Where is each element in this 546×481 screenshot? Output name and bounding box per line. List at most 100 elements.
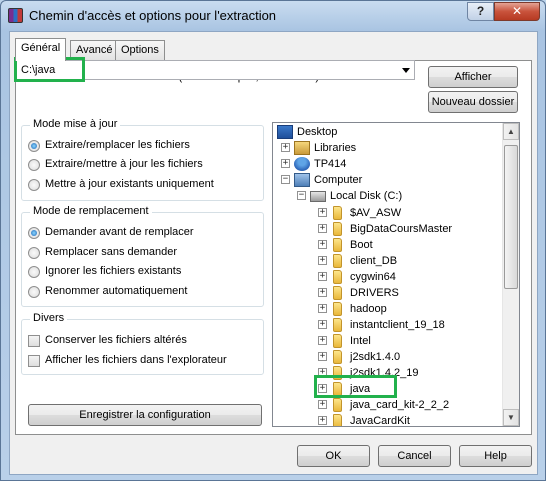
folder-icon [333, 398, 342, 412]
misc-group: Divers Conserver les fichiers altérés Af… [21, 312, 264, 375]
radio-button[interactable] [28, 266, 40, 278]
radio-label: Ignorer les fichiers existants [45, 265, 182, 277]
destination-path-value[interactable]: C:\java [21, 64, 55, 76]
overwrite-mode-group: Mode de remplacement Demander avant de r… [21, 205, 264, 307]
expand-icon[interactable]: + [318, 288, 327, 297]
radio-button[interactable] [28, 179, 40, 191]
radio-label: Remplacer sans demander [45, 246, 178, 258]
computer-icon [294, 173, 310, 187]
ok-button[interactable]: OK [297, 445, 370, 467]
radio-button[interactable] [28, 286, 40, 298]
radio-button[interactable] [28, 159, 40, 171]
scroll-down-icon[interactable]: ▼ [503, 409, 519, 426]
expand-icon[interactable]: + [318, 336, 327, 345]
collapse-icon[interactable]: − [297, 191, 306, 200]
folder-icon [333, 286, 342, 300]
folder-icon [333, 238, 342, 252]
tab-advanced[interactable]: Avancé [70, 40, 119, 60]
update-mode-title: Mode mise à jour [30, 118, 121, 130]
tree-scrollbar[interactable]: ▲ ▼ [502, 123, 519, 426]
window-title: Chemin d'accès et options pour l'extract… [29, 8, 277, 23]
cancel-button[interactable]: Cancel [378, 445, 451, 467]
collapse-icon[interactable]: − [281, 175, 290, 184]
tree-label[interactable]: instantclient_19_18 [350, 319, 445, 331]
radio-button-checked[interactable] [28, 227, 40, 239]
new-folder-button[interactable]: Nouveau dossier [428, 91, 518, 113]
desktop-icon [277, 125, 293, 139]
tree-label[interactable]: Desktop [297, 126, 337, 138]
help-title-button[interactable]: ? [467, 2, 494, 21]
misc-title: Divers [30, 312, 68, 324]
tree-label[interactable]: j2sdk1.4.0 [350, 351, 400, 363]
chevron-down-icon[interactable] [402, 68, 410, 73]
expand-icon[interactable]: + [318, 256, 327, 265]
expand-icon[interactable]: + [318, 416, 327, 425]
tree-label[interactable]: Boot [350, 239, 373, 251]
tree-label[interactable]: client_DB [350, 255, 397, 267]
radio-label: Renommer automatiquement [45, 285, 188, 297]
radio-label: Mettre à jour existants uniquement [45, 178, 214, 190]
tree-label[interactable]: cygwin64 [350, 271, 396, 283]
libraries-icon [294, 141, 310, 155]
save-settings-button[interactable]: Enregistrer la configuration [28, 404, 262, 426]
tab-general[interactable]: Général [15, 38, 67, 61]
close-button[interactable]: ✕ [494, 2, 540, 21]
tree-label[interactable]: j2sdk1.4.2_19 [350, 367, 419, 379]
disk-icon [310, 191, 326, 202]
help-button[interactable]: Help [459, 445, 532, 467]
expand-icon[interactable]: + [318, 224, 327, 233]
scroll-up-icon[interactable]: ▲ [503, 123, 519, 140]
tree-label[interactable]: Intel [350, 335, 371, 347]
tree-label[interactable]: java [350, 383, 370, 395]
folder-icon [333, 206, 342, 220]
tree-label[interactable]: JavaCardKit [350, 415, 410, 426]
title-bar[interactable]: Chemin d'accès et options pour l'extract… [1, 1, 545, 31]
scroll-thumb[interactable] [504, 145, 518, 289]
checkbox-label: Afficher les fichiers dans l'explorateur [45, 354, 227, 366]
folder-icon [333, 414, 342, 426]
expand-icon[interactable]: + [281, 143, 290, 152]
radio-label: Extraire/mettre à jour les fichiers [45, 158, 203, 170]
radio-button-checked[interactable] [28, 140, 40, 152]
tree-label[interactable]: Local Disk (C:) [330, 190, 402, 202]
folder-icon [333, 366, 342, 380]
folder-icon [333, 382, 342, 396]
checkbox[interactable] [28, 355, 40, 367]
winrar-icon [8, 8, 23, 23]
folder-icon [333, 254, 342, 268]
folder-icon [333, 318, 342, 332]
destination-path-combobox[interactable]: C:\java [15, 60, 415, 80]
expand-icon[interactable]: + [318, 304, 327, 313]
tree-label[interactable]: Computer [314, 174, 362, 186]
tree-label[interactable]: $AV_ASW [350, 207, 401, 219]
checkbox-label: Conserver les fichiers altérés [45, 334, 187, 346]
expand-icon[interactable]: + [318, 352, 327, 361]
tree-label[interactable]: Libraries [314, 142, 356, 154]
expand-icon[interactable]: + [318, 368, 327, 377]
expand-icon[interactable]: + [318, 208, 327, 217]
folder-icon [333, 302, 342, 316]
expand-icon[interactable]: + [318, 384, 327, 393]
folder-icon [333, 334, 342, 348]
radio-label: Extraire/remplacer les fichiers [45, 139, 190, 151]
folder-icon [333, 270, 342, 284]
tree-label[interactable]: DRIVERS [350, 287, 399, 299]
expand-icon[interactable]: + [318, 400, 327, 409]
extraction-dialog: Chemin d'accès et options pour l'extract… [0, 0, 546, 481]
folder-icon [333, 350, 342, 364]
expand-icon[interactable]: + [318, 240, 327, 249]
tree-label[interactable]: TP414 [314, 158, 346, 170]
checkbox[interactable] [28, 335, 40, 347]
folder-tree[interactable]: Desktop + Libraries + TP414 − Computer −… [272, 122, 520, 427]
update-mode-group: Mode mise à jour Extraire/remplacer les … [21, 118, 264, 201]
tree-label[interactable]: java_card_kit-2_2_2 [350, 399, 449, 411]
tree-label[interactable]: BigDataCoursMaster [350, 223, 452, 235]
radio-button[interactable] [28, 247, 40, 259]
tab-options[interactable]: Options [115, 40, 165, 60]
expand-icon[interactable]: + [281, 159, 290, 168]
expand-icon[interactable]: + [318, 320, 327, 329]
radio-label: Demander avant de remplacer [45, 226, 194, 238]
show-button[interactable]: Afficher [428, 66, 518, 88]
expand-icon[interactable]: + [318, 272, 327, 281]
tree-label[interactable]: hadoop [350, 303, 387, 315]
